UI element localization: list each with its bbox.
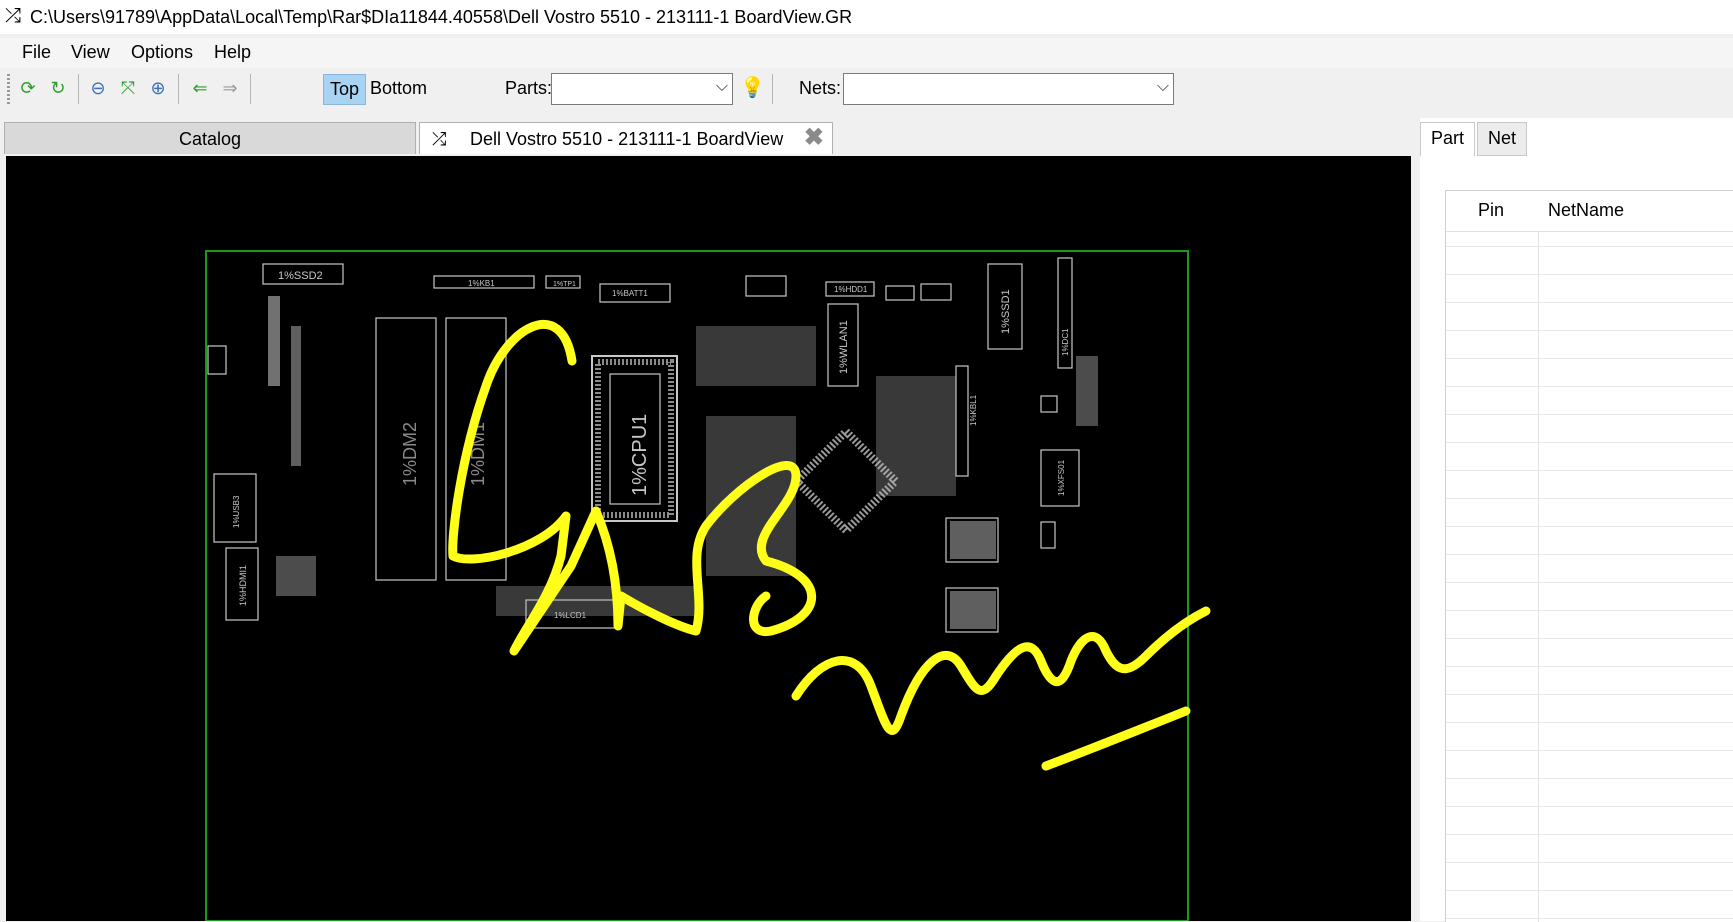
pin-netname-table[interactable]: Pin NetName: [1445, 190, 1733, 922]
back-arrow-icon[interactable]: ⇐: [188, 76, 212, 100]
menu-options[interactable]: Options: [131, 42, 193, 63]
label-kb1: 1%KB1: [468, 279, 495, 288]
column-header-netname[interactable]: NetName: [1548, 200, 1624, 221]
chevron-down-icon: ⌵: [1156, 78, 1169, 95]
toolbar-separator: [78, 74, 79, 104]
chevron-down-icon: ⌵: [715, 78, 728, 95]
label-ssd2: 1%SSD2: [278, 270, 323, 282]
label-kbl1: 1%KBL1: [969, 394, 978, 426]
menu-file[interactable]: File: [22, 42, 51, 63]
menu-help[interactable]: Help: [214, 42, 251, 63]
label-tp1: 1%TP1: [553, 281, 576, 288]
board-canvas[interactable]: 1%SSD2 1%KB1 1%TP1 1%BATT1 1%HDD1 1%SSD1…: [6, 156, 1411, 921]
column-header-pin[interactable]: Pin: [1478, 200, 1504, 221]
label-batt1: 1%BATT1: [612, 289, 648, 298]
tab-catalog[interactable]: Catalog: [4, 122, 416, 154]
label-usb3: 1%USB3: [232, 495, 241, 528]
label-hdmi1: 1%HDMI1: [238, 565, 248, 606]
menu-view[interactable]: View: [71, 42, 110, 63]
toolbar-grip[interactable]: [7, 74, 10, 104]
tab-boardview-label: Dell Vostro 5510 - 213111-1 BoardView: [470, 129, 784, 149]
column-separator: [1538, 191, 1539, 922]
zoom-in-icon[interactable]: ⊕: [146, 76, 170, 100]
shuffle-icon: ⤮: [5, 5, 21, 27]
label-ssd1: 1%SSD1: [1000, 289, 1012, 334]
label-dc1: 1%DC1: [1061, 328, 1070, 356]
zoom-out-icon[interactable]: ⊖: [86, 76, 110, 100]
right-panel: Part Net Pin NetName: [1420, 118, 1733, 922]
bottom-toggle[interactable]: Bottom: [364, 74, 433, 103]
tab-net[interactable]: Net: [1477, 122, 1528, 156]
shuffle-icon: ⤮: [432, 129, 447, 149]
label-cpu1: 1%CPU1: [629, 414, 651, 496]
top-toggle[interactable]: Top: [323, 74, 367, 105]
fit-icon[interactable]: ⤧: [116, 76, 140, 100]
board-svg[interactable]: 1%SSD2 1%KB1 1%TP1 1%BATT1 1%HDD1 1%SSD1…: [6, 156, 1411, 921]
menu-bar: File View Options Help: [0, 38, 1733, 68]
parts-combo[interactable]: ⌵: [551, 73, 733, 105]
toolbar-separator: [250, 74, 251, 104]
rotate-icon[interactable]: ↻: [46, 76, 70, 100]
label-hdd1: 1%HDD1: [834, 285, 868, 294]
table-header: Pin NetName: [1446, 191, 1733, 232]
label-dm2: 1%DM2: [400, 422, 420, 486]
nets-label: Nets:: [799, 78, 842, 98]
small-component-cluster: [268, 296, 1098, 629]
nets-combo[interactable]: ⌵: [843, 73, 1174, 105]
label-lcd1: 1%LCD1: [554, 611, 587, 620]
forward-arrow-icon[interactable]: ⇒: [218, 76, 242, 100]
toolbar-separator: [178, 74, 179, 104]
label-xfs01: 1%XFS01: [1057, 459, 1066, 496]
lightbulb-icon[interactable]: 💡: [740, 75, 765, 100]
close-icon[interactable]: ✖: [804, 122, 824, 154]
window-title: C:\Users\91789\AppData\Local\Temp\Rar$DI…: [30, 7, 853, 27]
parts-label: Parts:: [505, 78, 553, 98]
toolbar-separator: [772, 74, 773, 104]
label-wlan1: 1%WLAN1: [838, 320, 850, 374]
tab-boardview[interactable]: ⤮ Dell Vostro 5510 - 213111-1 BoardView …: [419, 122, 833, 154]
title-bar: ⤮ C:\Users\91789\AppData\Local\Temp\Rar$…: [0, 0, 1733, 34]
toolbar: ⟳ ↻ ⊖ ⤧ ⊕ ⇐ ⇒ Top Bottom Parts: ⌵ 💡 Nets…: [0, 70, 1733, 108]
refresh-icon[interactable]: ⟳: [16, 76, 40, 100]
tab-part[interactable]: Part: [1420, 122, 1476, 156]
